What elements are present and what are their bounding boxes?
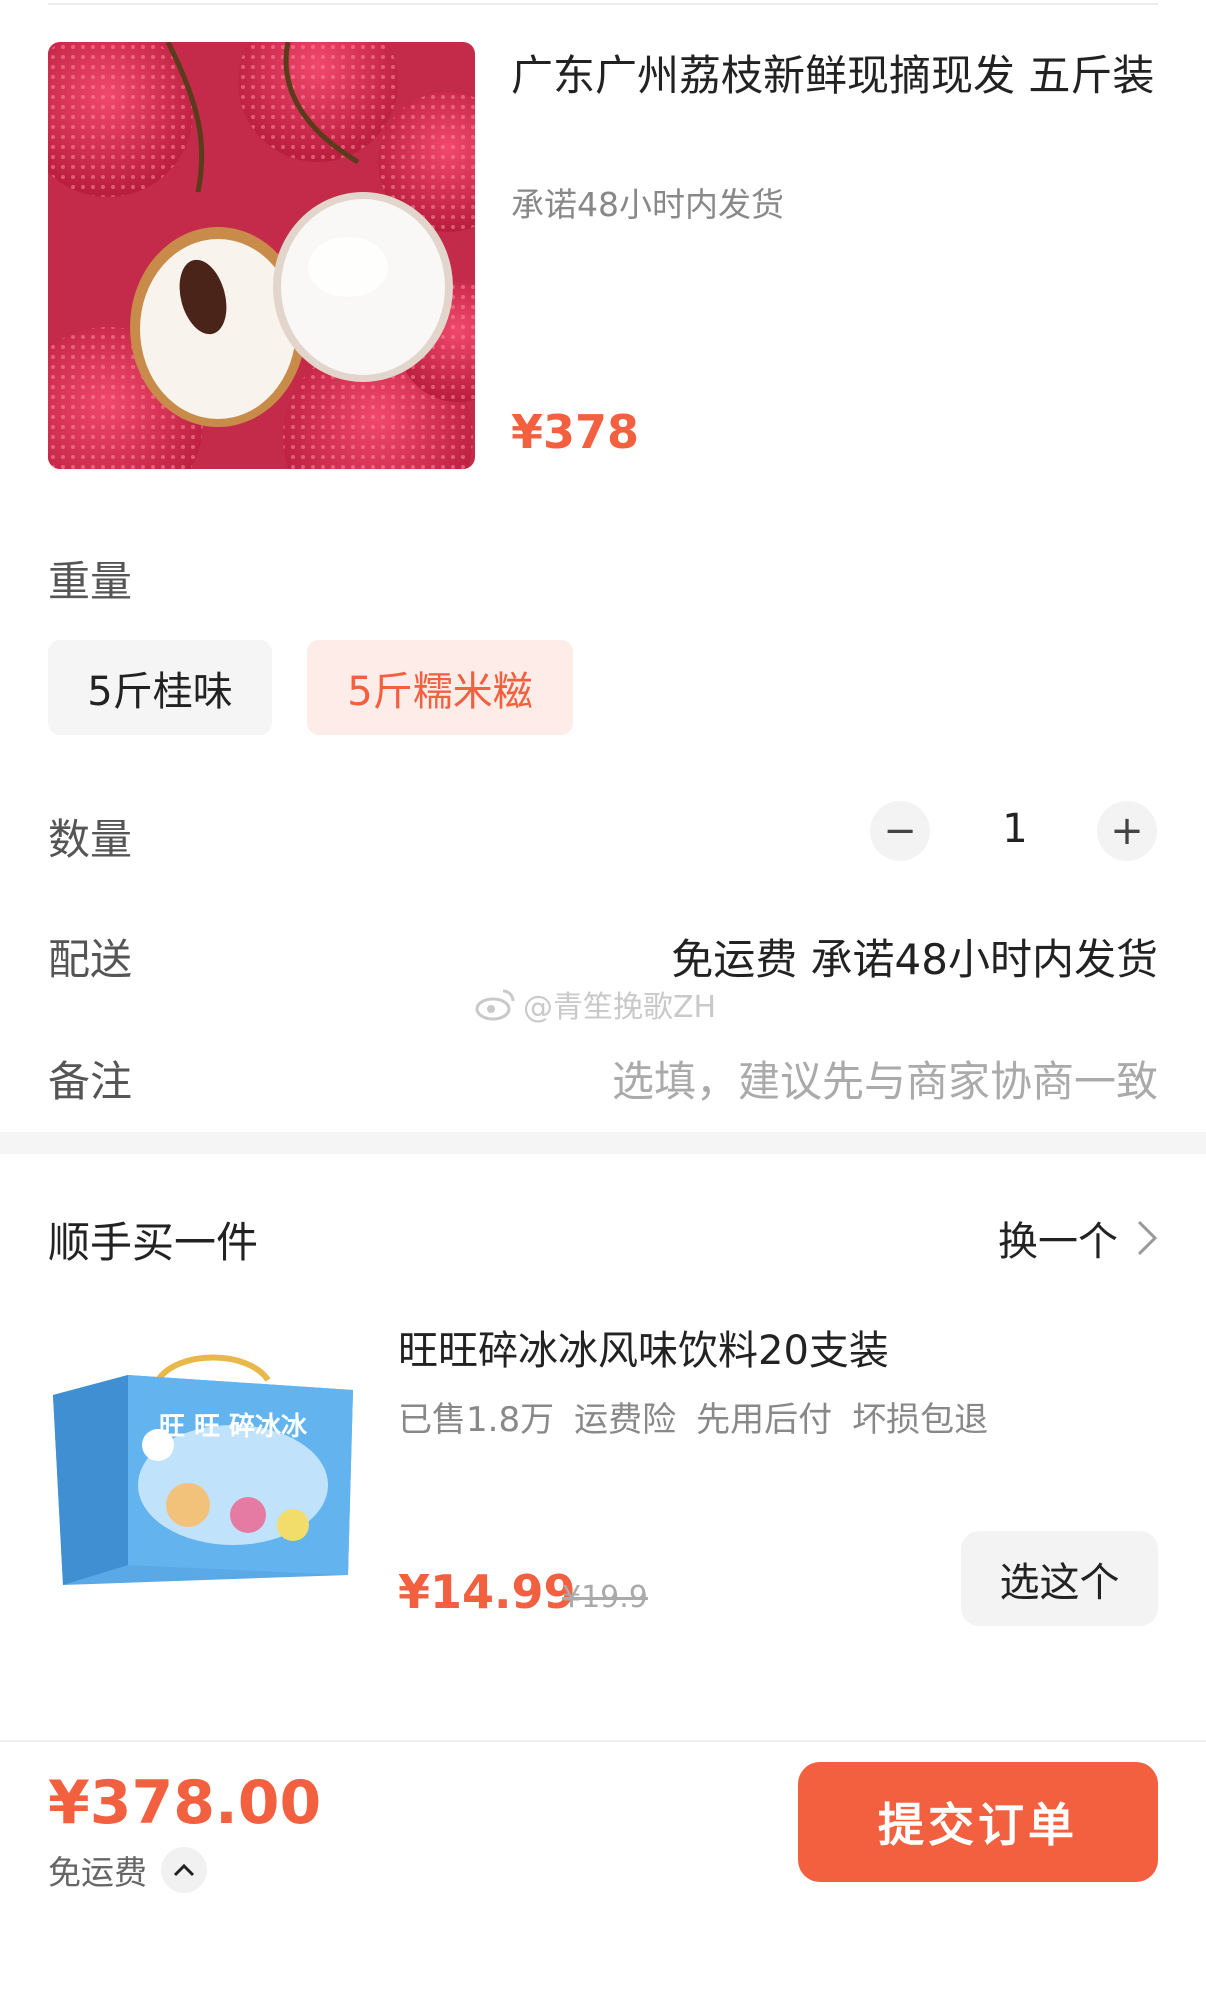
- addon-product-name: 旺旺碎冰冰风味饮料20支装: [398, 1328, 889, 1374]
- weight-option-nuomici[interactable]: 5斤糯米糍: [307, 640, 573, 735]
- weight-option-guiwei[interactable]: 5斤桂味: [48, 640, 272, 735]
- addon-old-price: ¥19.9: [562, 1580, 648, 1615]
- product-image[interactable]: [48, 42, 475, 469]
- watermark-text: @青笙挽歌ZH: [523, 990, 717, 1025]
- plus-icon: +: [1110, 808, 1144, 854]
- addon-tags: 已售1.8万 运费险 先用后付 坏损包退: [398, 1392, 988, 1441]
- tag-pay-later: 先用后付: [696, 1400, 833, 1440]
- chevron-right-icon: [1137, 1220, 1158, 1256]
- footer-divider: [0, 1740, 1206, 1742]
- choose-addon-button[interactable]: 选这个: [961, 1531, 1158, 1626]
- tag-sold: 已售1.8万: [398, 1400, 555, 1440]
- tag-shipping-insurance: 运费险: [574, 1400, 677, 1440]
- chevron-up-icon: [173, 1863, 195, 1877]
- product-subtitle: 承诺48小时内发货: [511, 185, 784, 224]
- addon-product-image[interactable]: 旺 旺 碎冰冰: [48, 1335, 358, 1605]
- swap-label: 换一个: [998, 1219, 1118, 1265]
- note-label: 备注: [48, 1057, 133, 1106]
- minus-icon: −: [883, 808, 917, 854]
- product-title: 广东广州荔枝新鲜现摘现发 五斤装: [511, 51, 1155, 100]
- weibo-icon: [475, 989, 515, 1021]
- section-divider: [0, 1132, 1206, 1154]
- delivery-label: 配送: [48, 935, 133, 984]
- note-input[interactable]: 选填，建议先与商家协商一致: [612, 1048, 1158, 1109]
- weight-label: 重量: [48, 557, 133, 606]
- quantity-label: 数量: [48, 815, 133, 864]
- quantity-plus-button[interactable]: +: [1097, 801, 1157, 861]
- watermark: @青笙挽歌ZH: [475, 982, 716, 1026]
- shipping-summary[interactable]: 免运费: [48, 1846, 207, 1894]
- tag-damage-refund: 坏损包退: [852, 1400, 989, 1440]
- addon-price: ¥14.99: [398, 1565, 576, 1619]
- quantity-value: 1: [1002, 806, 1028, 852]
- product-price: ¥378: [511, 405, 640, 459]
- expand-details-button[interactable]: [161, 1847, 207, 1893]
- shipping-label: 免运费: [48, 1853, 147, 1892]
- swap-button[interactable]: 换一个: [998, 1209, 1158, 1267]
- delivery-value: 免运费 承诺48小时内发货: [671, 935, 1158, 984]
- submit-order-button[interactable]: 提交订单: [798, 1762, 1158, 1882]
- total-price: ¥378.00: [48, 1768, 322, 1838]
- top-divider: [48, 3, 1158, 5]
- box-brand-text: 旺 旺 碎冰冰: [159, 1412, 308, 1442]
- ice-pop-box-icon: 旺 旺 碎冰冰: [53, 1354, 353, 1585]
- lychee-photo-icon: [48, 42, 475, 469]
- addon-title: 顺手买一件: [48, 1218, 259, 1267]
- quantity-minus-button[interactable]: −: [870, 801, 930, 861]
